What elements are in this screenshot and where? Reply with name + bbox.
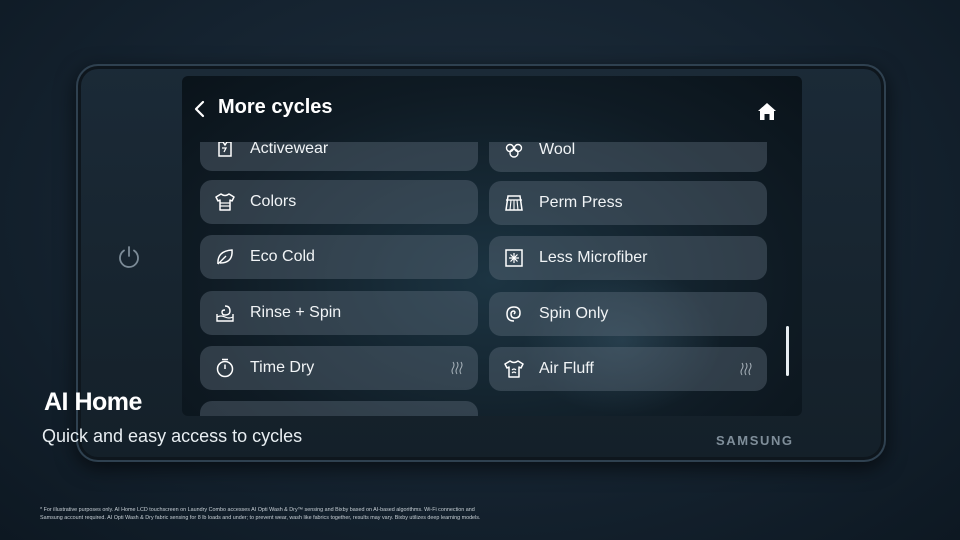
home-icon [758, 103, 776, 120]
power-icon [119, 246, 139, 268]
cycle-tile-air-fluff[interactable]: Air Fluff [489, 347, 767, 391]
power-button[interactable] [116, 244, 142, 270]
home-button[interactable] [756, 101, 778, 121]
cycle-label: Activewear [250, 142, 329, 157]
disclaimer: * For illustrative purposes only. AI Hom… [40, 506, 640, 522]
cycle-label: Air Fluff [539, 360, 594, 377]
disclaimer-line: * For illustrative purposes only. AI Hom… [40, 507, 475, 513]
dry-heat-icon [450, 361, 464, 375]
perm-press-icon [503, 192, 525, 214]
cycle-tile-partial[interactable] [200, 401, 478, 416]
disclaimer-line: Samsung account required. AI Opti Wash &… [40, 515, 481, 521]
shirt-icon [214, 191, 236, 213]
cycle-label: Wool [539, 142, 576, 158]
cycle-tile-perm-press[interactable]: Perm Press [489, 181, 767, 225]
spin-icon [503, 303, 525, 325]
cycle-list[interactable]: Activewear Colors Eco Cold Rinse + Spin … [198, 142, 774, 416]
back-button[interactable] [193, 99, 207, 119]
cycle-label: Perm Press [539, 194, 623, 211]
leaf-icon [214, 246, 236, 268]
screen-title: More cycles [218, 96, 333, 118]
caption-subtitle: Quick and easy access to cycles [42, 426, 303, 446]
cycle-label: Colors [250, 193, 297, 210]
cycle-label: Rinse + Spin [250, 304, 342, 321]
cycle-label: Spin Only [539, 305, 609, 322]
cycle-tile-spin-only[interactable]: Spin Only [489, 292, 767, 336]
cycle-tile-activewear[interactable]: Activewear [200, 142, 478, 171]
activewear-icon [214, 142, 236, 160]
timer-icon [214, 357, 236, 379]
cycle-tile-wool[interactable]: Wool [489, 142, 767, 172]
cycle-label: Time Dry [250, 359, 315, 376]
list-scrollbar[interactable] [786, 326, 789, 376]
cycle-tile-colors[interactable]: Colors [200, 180, 478, 224]
cycle-label: Less Microfiber [539, 249, 648, 266]
caption-title: AI Home [44, 388, 142, 416]
cycle-label: Eco Cold [250, 248, 315, 265]
air-fluff-icon [503, 358, 525, 380]
cycle-tile-eco-cold[interactable]: Eco Cold [200, 235, 478, 279]
rinse-spin-icon [214, 302, 236, 324]
cycle-tile-less-microfiber[interactable]: Less Microfiber [489, 236, 767, 280]
microfiber-icon [503, 247, 525, 269]
cycle-tile-time-dry[interactable]: Time Dry [200, 346, 478, 390]
dry-heat-icon [739, 362, 753, 376]
brand-logo: SAMSUNG [716, 433, 794, 448]
chevron-left-icon [194, 100, 205, 118]
wool-icon [503, 142, 525, 161]
cycle-tile-rinse-spin[interactable]: Rinse + Spin [200, 291, 478, 335]
